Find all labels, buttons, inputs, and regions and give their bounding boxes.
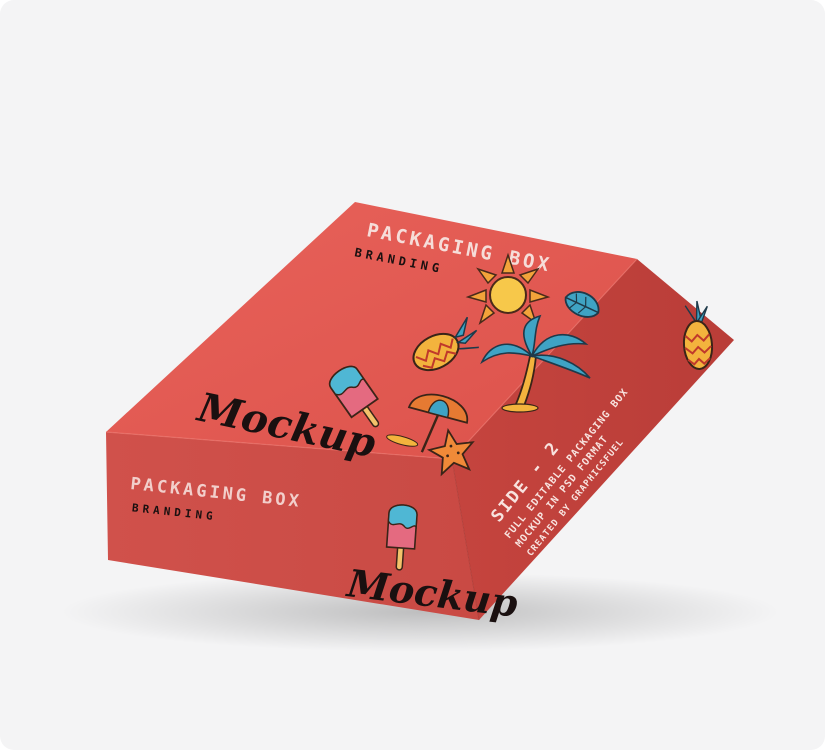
image-card: PACKAGING BOX BRANDING Mockup PACKAGING … <box>0 0 825 750</box>
packaging-box-mockup: PACKAGING BOX BRANDING Mockup PACKAGING … <box>60 202 780 652</box>
